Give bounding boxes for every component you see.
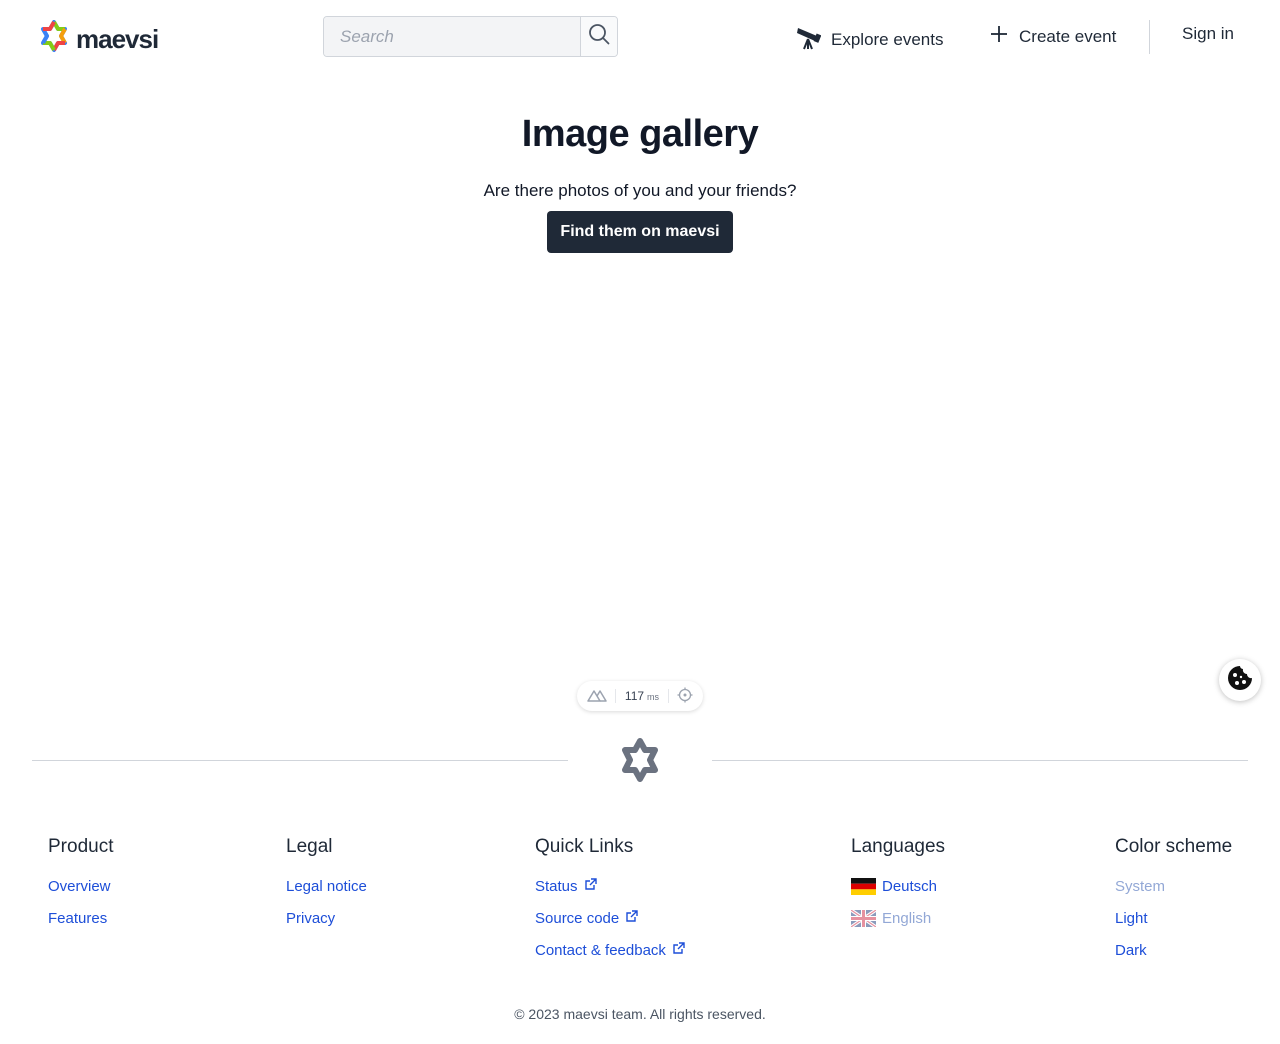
nuxt-icon[interactable] (587, 688, 607, 705)
color-scheme-system-link[interactable]: System (1115, 878, 1165, 895)
external-link-icon (672, 941, 685, 959)
logo-link[interactable]: maevsi (38, 20, 159, 59)
footer-divider-left (32, 760, 568, 761)
search-input[interactable] (324, 17, 580, 56)
page-subtitle: Are there photos of you and your friends… (483, 181, 797, 200)
footer-link-source-code[interactable]: Source code (535, 910, 619, 927)
telescope-icon (797, 24, 822, 55)
cookie-icon (1227, 665, 1253, 696)
footer-languages-column: Languages Deutsch English (850, 836, 946, 934)
search-icon (588, 23, 610, 50)
footer-product-heading: Product (48, 836, 114, 857)
explore-events-link[interactable]: Explore events (797, 24, 943, 55)
explore-events-label: Explore events (831, 29, 944, 49)
create-event-label: Create event (1019, 26, 1117, 46)
external-link-icon (584, 877, 597, 895)
search-button[interactable] (580, 17, 617, 56)
footer-link-features[interactable]: Features (48, 910, 107, 927)
create-event-link[interactable]: Create event (989, 24, 1116, 49)
footer-link-status[interactable]: Status (535, 878, 578, 895)
uk-flag-icon (850, 908, 877, 928)
footer-quick-links-column: Quick Links Status Source code Contact &… (535, 836, 685, 966)
search-bar (323, 16, 618, 57)
site-header: maevsi Explore events Create event (0, 0, 1280, 74)
plus-icon (989, 24, 1009, 49)
language-english-link[interactable]: English (882, 910, 931, 927)
footer-color-scheme-column: Color scheme System Light Dark (1115, 836, 1232, 966)
sign-in-link[interactable]: Sign in (1182, 24, 1234, 44)
find-them-button[interactable]: Find them on maevsi (547, 211, 733, 253)
nav-divider (1149, 20, 1150, 54)
devtools-separator (615, 689, 617, 703)
copyright-text: © 2023 maevsi team. All rights reserved. (514, 1006, 766, 1022)
footer-product-column: Product Overview Features (48, 836, 113, 934)
footer-link-contact[interactable]: Contact & feedback (535, 942, 666, 959)
footer-link-overview[interactable]: Overview (48, 878, 111, 895)
crosshair-icon[interactable] (677, 687, 693, 706)
german-flag-icon (851, 877, 876, 895)
color-scheme-light-link[interactable]: Light (1115, 910, 1148, 927)
footer-link-legal-notice[interactable]: Legal notice (286, 878, 367, 895)
external-link-icon (625, 909, 638, 927)
footer-divider-right (712, 760, 1248, 761)
footer-languages-heading: Languages (851, 836, 946, 857)
devtools-separator (667, 689, 669, 703)
footer-legal-heading: Legal (286, 836, 333, 857)
page-title: Image gallery (521, 113, 759, 155)
render-time-value: 117 (624, 689, 645, 703)
render-time: 117 ms (625, 689, 659, 703)
footer-color-scheme-heading: Color scheme (1115, 836, 1233, 857)
sign-in-label: Sign in (1182, 24, 1234, 43)
render-time-unit: ms (647, 692, 660, 702)
devtools-pill[interactable]: 117 ms (577, 681, 703, 711)
footer-link-privacy[interactable]: Privacy (286, 910, 335, 927)
maevsi-mark-icon (618, 738, 662, 787)
footer-legal-column: Legal Legal notice Privacy (286, 836, 367, 934)
cookie-settings-button[interactable] (1219, 659, 1261, 701)
color-scheme-dark-link[interactable]: Dark (1115, 942, 1147, 959)
footer-quick-links-heading: Quick Links (535, 836, 634, 857)
logo-text: maevsi (76, 24, 159, 54)
language-deutsch-link[interactable]: Deutsch (882, 878, 937, 895)
maevsi-logo-icon (38, 20, 70, 59)
